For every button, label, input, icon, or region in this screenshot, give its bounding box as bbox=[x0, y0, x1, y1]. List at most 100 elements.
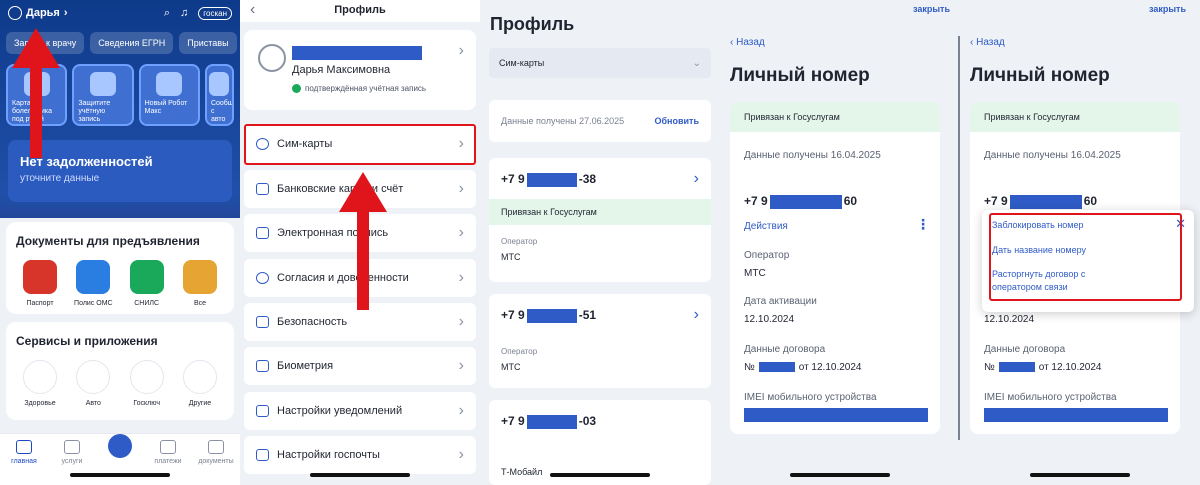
home-indicator bbox=[1030, 473, 1130, 477]
chevron-right-icon: › bbox=[458, 446, 464, 463]
redacted-imei bbox=[744, 408, 928, 422]
operator-value: МТС bbox=[501, 361, 521, 372]
service-goskey[interactable]: Госключ bbox=[123, 360, 171, 407]
doc-passport[interactable]: Паспорт bbox=[16, 260, 64, 307]
tab-payments[interactable]: платежи bbox=[148, 440, 188, 485]
bell-icon bbox=[256, 405, 269, 417]
phone-prefix: +7 9 bbox=[984, 194, 1008, 208]
phone-suffix: 60 bbox=[1083, 194, 1098, 208]
phone-suffix: -03 bbox=[578, 414, 597, 428]
refresh-button[interactable]: Обновить bbox=[655, 116, 700, 126]
snils-icon bbox=[129, 260, 164, 294]
more-vertical-icon[interactable]: ⋮ bbox=[916, 216, 930, 233]
tab-robot[interactable] bbox=[100, 434, 140, 485]
tab-label: главная bbox=[11, 458, 37, 465]
robot-mascot-icon bbox=[108, 434, 132, 458]
chevron-down-icon: ⌄ bbox=[692, 57, 701, 69]
annotation-highlight bbox=[244, 124, 476, 165]
menu-label: Согласия и доверенности bbox=[277, 272, 409, 284]
menu-notifications[interactable]: Настройки уведомлений › bbox=[244, 392, 476, 430]
chevron-right-icon: › bbox=[458, 313, 464, 330]
goskan-button[interactable]: госкан bbox=[198, 6, 232, 20]
operator-label: Оператор bbox=[501, 346, 538, 356]
profile-card[interactable]: Дарья Максимовна подтверждённая учётная … bbox=[244, 30, 476, 110]
chevron-right-icon: › bbox=[458, 180, 464, 197]
menu-label: Настройки госпочты bbox=[277, 449, 380, 461]
chevron-right-icon: › bbox=[63, 7, 68, 19]
sim-card[interactable]: +7 9 -51 › Оператор МТС bbox=[489, 294, 711, 388]
close-link[interactable]: закрыть bbox=[913, 4, 950, 14]
doc-oms[interactable]: Полис ОМС bbox=[69, 260, 117, 307]
annotation-arrow-shaft bbox=[30, 66, 42, 158]
home-top-bar: Дарья › ⌕ ♫ госкан bbox=[0, 0, 240, 26]
sim-card[interactable]: +7 9 -38 › Привязан к Госуслугам Оператор … bbox=[489, 158, 711, 282]
menu-biometry[interactable]: Биометрия › bbox=[244, 347, 476, 385]
contract-label: Данные договора bbox=[984, 344, 1066, 355]
tab-services[interactable]: услуги bbox=[52, 440, 92, 485]
redacted-contract bbox=[998, 362, 1035, 373]
back-arrow-icon[interactable]: ‹ bbox=[250, 0, 255, 20]
lock-icon bbox=[256, 316, 269, 328]
mail-icon bbox=[256, 449, 269, 461]
check-circle-icon bbox=[256, 272, 269, 284]
tile-label: Здоровье bbox=[24, 400, 56, 407]
refresh-card: Данные получены 27.06.2025 Обновить bbox=[489, 100, 711, 142]
contract-date: от 12.10.2024 bbox=[798, 362, 862, 373]
chip-bailiffs[interactable]: Приставы bbox=[179, 32, 237, 54]
wallet-icon bbox=[160, 440, 176, 454]
doc-all[interactable]: Все bbox=[176, 260, 224, 307]
redacted-surname bbox=[292, 46, 422, 60]
service-auto[interactable]: Авто bbox=[69, 360, 117, 407]
chevron-right-icon: › bbox=[693, 170, 699, 187]
close-link[interactable]: закрыть bbox=[1149, 4, 1186, 14]
tab-documents[interactable]: документы bbox=[196, 440, 236, 485]
service-health[interactable]: Здоровье bbox=[16, 360, 64, 407]
chip-egrn[interactable]: Сведения ЕГРН bbox=[90, 32, 174, 54]
menu-label: Безопасность bbox=[277, 316, 348, 328]
story-auto[interactable]: Сообщите с авто bbox=[204, 64, 234, 126]
bell-icon[interactable]: ♫ bbox=[180, 7, 188, 19]
chevron-right-icon: › bbox=[458, 42, 464, 59]
grid-icon bbox=[182, 360, 217, 394]
menu-gosmail[interactable]: Настройки госпочты › bbox=[244, 436, 476, 474]
search-icon[interactable]: ⌕ bbox=[164, 7, 170, 20]
section-select[interactable]: Сим-карты ⌄ bbox=[489, 48, 711, 78]
service-other[interactable]: Другие bbox=[176, 360, 224, 407]
back-link[interactable]: ‹ Назад bbox=[970, 37, 1005, 48]
services-title: Сервисы и приложения bbox=[16, 334, 158, 348]
phone-number: +7 9 60 bbox=[744, 194, 857, 209]
phone-number: +7 9 -38 › bbox=[489, 158, 711, 187]
menu-label: Электронная подпись bbox=[277, 227, 389, 239]
grid-icon bbox=[64, 440, 80, 454]
story-protect[interactable]: Защитите учётную запись bbox=[72, 64, 134, 126]
profile-name: Дарья Максимовна bbox=[292, 64, 391, 76]
car-icon bbox=[76, 360, 111, 394]
avatar-icon bbox=[258, 44, 286, 72]
redacted-number bbox=[526, 308, 577, 323]
check-icon bbox=[292, 84, 301, 93]
home-icon bbox=[16, 440, 32, 454]
annotation-arrow-head bbox=[339, 172, 387, 212]
user-name: Дарья bbox=[26, 7, 60, 19]
tile-label: Другие bbox=[188, 400, 212, 407]
tab-home[interactable]: главная bbox=[4, 440, 44, 485]
redacted-number bbox=[1009, 194, 1082, 209]
story-robot[interactable]: Новый Робот Макс bbox=[138, 64, 200, 126]
phone-suffix: -51 bbox=[578, 308, 597, 322]
contract-value: № от 12.10.2024 bbox=[744, 362, 861, 373]
phone-prefix: +7 9 bbox=[501, 414, 525, 428]
operator-value: МТС bbox=[501, 251, 521, 262]
back-link[interactable]: ‹ Назад bbox=[730, 37, 765, 48]
chevron-right-icon: › bbox=[458, 402, 464, 419]
number-details-card: Привязан к Госуслугам Данные получены 16… bbox=[730, 102, 940, 434]
bottom-tab-bar: главная услуги платежи документы bbox=[0, 433, 240, 485]
doc-snils[interactable]: СНИЛС bbox=[123, 260, 171, 307]
oms-icon bbox=[76, 260, 111, 294]
story-image bbox=[209, 72, 230, 96]
redacted-number bbox=[526, 414, 577, 429]
imei-label: IMEI мобильного устройства bbox=[744, 392, 877, 403]
actions-link[interactable]: Действия bbox=[744, 221, 788, 232]
operator-label: Оператор bbox=[501, 236, 538, 246]
phone-number: +7 9 -51 › bbox=[489, 294, 711, 323]
user-switcher[interactable]: Дарья › bbox=[8, 6, 68, 20]
